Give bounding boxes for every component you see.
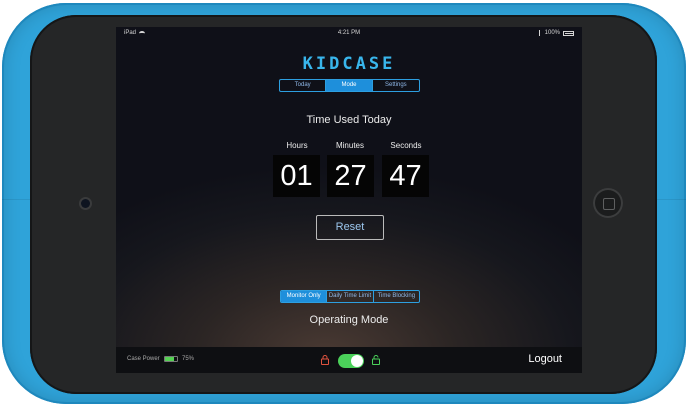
- home-button-icon[interactable]: [593, 188, 623, 218]
- seconds-label: Seconds: [390, 141, 422, 150]
- case-power-label: Case Power: [127, 356, 160, 362]
- minutes-value: 27: [327, 155, 374, 197]
- camera-icon: [81, 199, 90, 208]
- hours-value: 01: [273, 155, 320, 197]
- case-power-battery-icon: [164, 356, 178, 362]
- status-time: 4:21 PM: [337, 30, 361, 36]
- operating-mode-selector: Monitor Only Daily Time Limit Time Block…: [280, 290, 420, 303]
- tab-mode[interactable]: Mode: [326, 80, 373, 91]
- status-bar-right: 100%: [538, 30, 574, 36]
- case-power-fill: [165, 357, 174, 361]
- mode-time-blocking[interactable]: Time Blocking: [374, 291, 419, 302]
- lock-toggle-knob: [351, 355, 363, 367]
- minutes-label: Minutes: [335, 141, 364, 150]
- hours-label: Hours: [286, 141, 308, 150]
- app-screen: iPad 4:21 PM 100% KIDCASE Today Mode Set…: [116, 27, 582, 373]
- bottom-bar: Case Power 75% Logout: [116, 347, 582, 373]
- tab-settings[interactable]: Settings: [373, 80, 419, 91]
- battery-percent: 100%: [544, 30, 560, 36]
- mode-monitor-only[interactable]: Monitor Only: [281, 291, 328, 302]
- app-logo: KIDCASE: [302, 54, 396, 74]
- lock-closed-icon: [321, 355, 329, 365]
- reset-button[interactable]: Reset: [316, 215, 384, 240]
- seconds-value: 47: [382, 155, 429, 197]
- battery-icon: [563, 30, 574, 36]
- mode-daily-time-limit[interactable]: Daily Time Limit: [327, 291, 374, 302]
- status-bar: iPad 4:21 PM 100%: [116, 27, 582, 41]
- operating-mode-label: Operating Mode: [309, 314, 389, 326]
- tab-today[interactable]: Today: [280, 80, 327, 91]
- logout-button[interactable]: Logout: [528, 353, 562, 365]
- main-tab-bar: Today Mode Settings: [279, 79, 420, 92]
- page-title: Time Used Today: [306, 114, 392, 126]
- case-power-percent: 75%: [182, 356, 195, 362]
- lock-open-icon: [372, 355, 380, 365]
- lock-toggle[interactable]: [338, 354, 364, 368]
- bluetooth-icon: [538, 30, 542, 36]
